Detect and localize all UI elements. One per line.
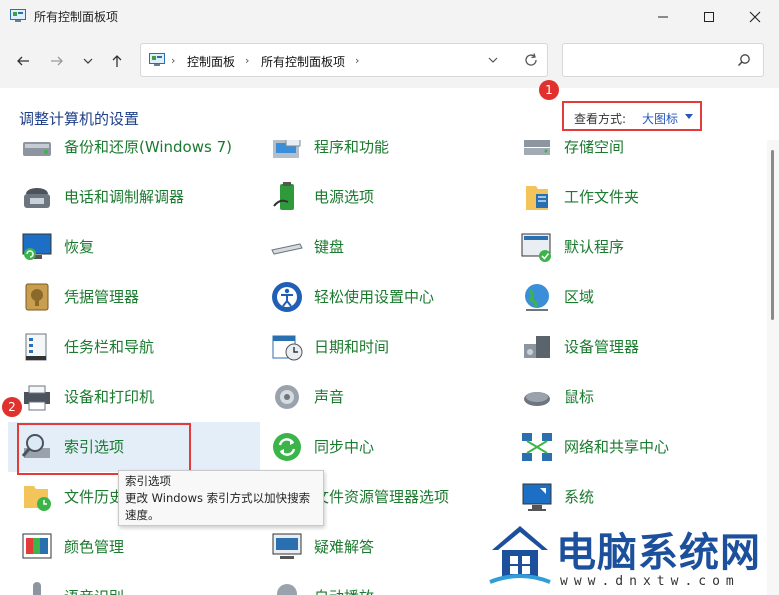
- search-icon: [737, 54, 750, 67]
- step-badge-1: 1: [539, 80, 559, 100]
- breadcrumb-separator: ›: [245, 54, 250, 67]
- close-icon: [749, 11, 761, 23]
- item-label: 工作文件夹: [564, 188, 640, 206]
- breadcrumb-separator: ›: [355, 54, 360, 67]
- navigation-bar: › 控制面板 › 所有控制面板项 ›: [0, 34, 779, 88]
- item-label: 存储空间: [564, 140, 625, 156]
- region-icon: [525, 284, 549, 311]
- item-autoplay[interactable]: 自动播放: [0, 572, 374, 595]
- item-storage[interactable]: 存储空间: [0, 140, 624, 172]
- scrollbar-thumb[interactable]: [771, 150, 774, 320]
- chevron-down-icon: [83, 58, 93, 64]
- forward-arrow-icon: [51, 56, 63, 66]
- address-bar[interactable]: › 控制面板 › 所有控制面板项 ›: [140, 43, 548, 77]
- item-label: 日期和时间: [314, 338, 390, 356]
- item-label: 网络和共享中心: [564, 438, 670, 456]
- page-title: 调整计算机的设置: [19, 110, 140, 128]
- view-by-label: 查看方式:: [574, 112, 627, 126]
- watermark-text: 电脑系统网: [556, 529, 761, 576]
- default-programs-icon: [521, 233, 551, 262]
- up-arrow-icon: [112, 55, 122, 67]
- autoplay-icon: [277, 584, 297, 595]
- keyboard-icon: [271, 243, 303, 255]
- view-by-value[interactable]: 大图标: [642, 110, 678, 127]
- item-label: 区域: [564, 288, 595, 306]
- item-mouse[interactable]: 鼠标: [0, 372, 594, 422]
- storage-icon: [524, 140, 550, 155]
- item-label: 文件资源管理器选项: [314, 488, 450, 506]
- item-region[interactable]: 区域: [0, 272, 594, 322]
- calendar-icon: [272, 335, 303, 361]
- control-panel-icon: [149, 53, 165, 66]
- breadcrumb-all-items[interactable]: 所有控制面板项: [261, 53, 345, 70]
- recent-locations-button[interactable]: [79, 52, 97, 70]
- minimize-icon: [658, 16, 668, 18]
- item-work-folders[interactable]: 工作文件夹: [0, 172, 639, 222]
- breadcrumb-separator: ›: [171, 54, 176, 67]
- caret-down-icon: [685, 114, 693, 119]
- minimize-button[interactable]: [640, 0, 686, 34]
- highlight-box-indexing: [17, 423, 191, 475]
- item-label: 设备管理器: [564, 338, 640, 356]
- house-logo-icon: [489, 526, 551, 584]
- item-label: 鼠标: [564, 388, 595, 406]
- control-panel-icon: [10, 9, 26, 22]
- tooltip-description: 更改 Windows 索引方式以加快搜索: [125, 491, 311, 505]
- tooltip-description-cont: 速度。: [125, 508, 160, 522]
- network-icon: [522, 433, 552, 461]
- search-input[interactable]: [562, 43, 764, 77]
- item-label: 同步中心: [314, 438, 375, 456]
- item-default-programs[interactable]: 默认程序: [0, 222, 624, 272]
- step-badge-2: 2: [2, 397, 22, 417]
- tooltip-title: 索引选项: [125, 474, 171, 488]
- tooltip: 索引选项 更改 Windows 索引方式以加快搜索 速度。: [118, 470, 324, 526]
- troubleshoot-icon: [272, 533, 302, 559]
- item-label: 程序和功能: [314, 140, 390, 156]
- item-label: 电源选项: [314, 188, 375, 206]
- item-troubleshooting[interactable]: 疑难解答: [0, 522, 374, 572]
- close-button[interactable]: [732, 0, 778, 34]
- back-button[interactable]: [14, 52, 32, 70]
- content-header: 调整计算机的设置 查看方式: 大图标 1: [0, 80, 779, 140]
- refresh-icon[interactable]: [523, 52, 539, 68]
- item-label: 疑难解答: [314, 538, 375, 556]
- item-label: 轻松使用设置中心: [314, 288, 435, 306]
- item-device-manager[interactable]: 设备管理器: [0, 322, 639, 372]
- view-by-selector[interactable]: 查看方式: 大图标: [562, 101, 702, 131]
- watermark-url: www.dnxtw.com: [560, 574, 740, 589]
- mouse-icon: [524, 392, 550, 406]
- watermark: 电脑系统网 www.dnxtw.com: [484, 516, 770, 594]
- programs-icon: [273, 140, 301, 158]
- back-arrow-icon: [17, 56, 29, 66]
- item-label: 键盘: [314, 238, 345, 256]
- breadcrumb-control-panel[interactable]: 控制面板: [187, 53, 235, 70]
- sync-icon: [273, 433, 301, 461]
- window-title: 所有控制面板项: [34, 10, 119, 24]
- device-manager-icon: [524, 336, 550, 358]
- up-button[interactable]: [108, 52, 126, 70]
- forward-button[interactable]: [48, 52, 66, 70]
- system-icon: [522, 483, 552, 511]
- item-label: 自动播放: [314, 586, 374, 595]
- maximize-button[interactable]: [686, 0, 732, 34]
- item-label: 默认程序: [564, 238, 625, 256]
- ease-of-access-icon: [272, 282, 302, 312]
- sound-icon: [275, 385, 299, 409]
- maximize-icon: [704, 12, 714, 22]
- address-dropdown-icon[interactable]: [486, 53, 500, 67]
- power-icon: [273, 182, 294, 210]
- item-label: 系统: [564, 488, 595, 506]
- title-bar: 所有控制面板项: [0, 0, 779, 34]
- item-label: 声音: [314, 388, 345, 406]
- folder-icon: [526, 186, 548, 210]
